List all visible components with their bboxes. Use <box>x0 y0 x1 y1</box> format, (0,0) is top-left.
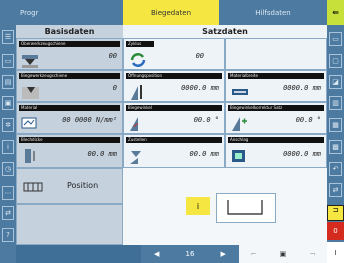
cycle-icon <box>130 53 146 67</box>
help-icon[interactable]: ? <box>2 228 14 242</box>
materialtyp-value: 00 0000 N/mm² <box>62 116 117 124</box>
swap-icon[interactable]: ⇄ <box>329 183 342 197</box>
punch-icon <box>22 55 38 68</box>
oberwerkzeug-label: Oberwerkzeugschiene <box>19 41 120 47</box>
undo-icon[interactable]: ↶ <box>329 162 342 176</box>
page-navigator: ◀ 16 ▶ <box>141 245 239 263</box>
tab-hilfsdaten-label: Hilfsdaten <box>255 8 291 17</box>
page-number: 16 <box>185 250 195 258</box>
doc-icon[interactable]: ▭ <box>2 54 14 68</box>
layers-icon[interactable]: ▤ <box>2 75 14 89</box>
bend-preview[interactable] <box>216 193 276 223</box>
empty-basis-cell <box>16 204 123 245</box>
anschlag-label: Anschlag <box>228 137 324 143</box>
info-icon[interactable]: i <box>2 140 14 154</box>
position-icon <box>23 182 43 192</box>
prog-icon[interactable]: ⊐ <box>327 205 344 221</box>
exit-icon[interactable]: ⇚ <box>327 0 344 25</box>
start-label: I <box>334 248 337 257</box>
page-icon[interactable]: ▭ <box>329 32 342 46</box>
blechdicke-value: 00.0 mm <box>87 150 117 158</box>
biegewinkel-cell[interactable]: Biegewinkel 00.0 ° <box>123 102 225 134</box>
oeffnung-cell[interactable]: Öffnungsposition 0000.0 mm <box>123 70 225 102</box>
right-toolbar: ⇚ ▭ ▢ ◪ ▥ ▦ ▩ ↶ ⇄ ⊐ 0 I <box>327 0 344 263</box>
width-icon <box>232 89 248 95</box>
zyklus-cell[interactable]: Zyklus 00 <box>123 38 225 70</box>
blechdicke-label: Blechdicke <box>19 137 120 143</box>
folder-icon[interactable]: ▥ <box>329 96 342 110</box>
unterwerkzeug-cell[interactable]: Biegewerkzeugschiene 0 <box>16 70 123 102</box>
left-toolbar: ☰ ▭ ▤ ▣ ✲ i ◷ ⋯ ⇄ ? <box>0 0 16 263</box>
material-label: Materialbreite <box>228 73 324 79</box>
stop-button[interactable]: 0 <box>327 222 344 240</box>
tab-hilfsdaten[interactable]: Hilfsdaten <box>219 0 327 25</box>
grid-icon[interactable]: ⋯ <box>2 186 14 200</box>
oberwerkzeug-cell[interactable]: Oberwerkzeugschiene 00 <box>16 38 123 70</box>
graphic-area: i <box>123 168 327 245</box>
clock-icon[interactable]: ◷ <box>2 162 14 176</box>
oeffnung-value: 0000.0 mm <box>181 84 219 92</box>
copy-icon[interactable]: ▦ <box>329 118 342 132</box>
display-icon[interactable]: ▣ <box>2 96 14 110</box>
winkelkorrektur-cell[interactable]: Biegewinkelkorrektur Satz 00.0 ° <box>225 102 327 134</box>
material-icon <box>21 117 37 129</box>
position-cell[interactable]: Position <box>16 168 123 204</box>
thickness-icon <box>25 149 35 163</box>
tab-biegedaten[interactable]: Biegedaten <box>123 0 219 25</box>
bottom-bar: ◀ 16 ▶ ⌐ ▣ ¬ <box>16 245 327 263</box>
save-icon[interactable]: ▩ <box>329 140 342 154</box>
blechdicke-cell[interactable]: Blechdicke 00.0 mm <box>16 134 123 168</box>
basisdaten-header: Basisdaten <box>16 25 123 38</box>
unterwerkzeug-label: Biegewerkzeugschiene <box>19 73 120 79</box>
tab-progr-label: Progr <box>20 8 39 17</box>
zustellung-label: Zustellen <box>126 137 222 143</box>
oberwerkzeug-value: 00 <box>108 52 117 60</box>
tool-icon[interactable]: ▣ <box>280 250 287 258</box>
bend-icon[interactable]: ◪ <box>329 75 342 89</box>
backgauge-icon <box>232 150 245 162</box>
position-label: Position <box>67 181 99 190</box>
materialtyp-cell[interactable]: Material 00 0000 N/mm² <box>16 102 123 134</box>
zustellung-value: 00.0 mm <box>189 150 219 158</box>
opening-icon <box>131 85 142 100</box>
satzdaten-header: Satzdaten <box>123 25 327 38</box>
material-value: 0000.0 mm <box>283 84 321 92</box>
material-cell[interactable]: Materialbreite 0000.0 mm <box>225 70 327 102</box>
biegewinkel-label: Biegewinkel <box>126 105 222 111</box>
info-button-label: i <box>196 201 200 211</box>
list-icon[interactable]: ☰ <box>2 30 14 44</box>
die-icon <box>22 87 39 99</box>
main-panel: Basisdaten Satzdaten Oberwerkzeugschiene… <box>16 25 327 245</box>
empty-cell-1 <box>225 38 327 70</box>
transfer-icon[interactable]: ⇄ <box>2 206 14 220</box>
unterwerkzeug-value: 0 <box>112 84 117 92</box>
biegewinkel-value: 00.0 ° <box>193 116 219 124</box>
tab-bar: Progr Biegedaten Hilfsdaten <box>16 0 327 25</box>
zyklus-value: 00 <box>195 52 204 60</box>
anschlag-cell[interactable]: Anschlag 0000.0 mm <box>225 134 327 168</box>
bend-profile-icon <box>227 200 263 215</box>
anschlag-value: 0000.0 mm <box>283 150 321 158</box>
start-button[interactable]: I <box>327 242 344 263</box>
zyklus-label: Zyklus <box>126 41 154 47</box>
oeffnung-label: Öffnungsposition <box>126 73 222 79</box>
gear-icon[interactable]: ✲ <box>2 118 14 132</box>
prev-page-icon[interactable]: ◀ <box>154 250 159 258</box>
info-button[interactable]: i <box>186 197 210 215</box>
angle-correction-icon <box>232 117 247 131</box>
zustellung-cell[interactable]: Zustellen 00.0 mm <box>123 134 225 168</box>
infeed-icon <box>130 151 141 164</box>
winkelkorrektur-value: 00.0 ° <box>295 116 321 124</box>
stop-label: 0 <box>333 227 338 235</box>
left-bracket-icon[interactable]: ⌐ <box>251 250 257 258</box>
angle-icon <box>130 117 139 131</box>
frame-icon[interactable]: ▢ <box>329 54 342 68</box>
next-page-icon[interactable]: ▶ <box>221 250 226 258</box>
winkelkorrektur-label: Biegewinkelkorrektur Satz <box>228 105 324 111</box>
tab-progr[interactable]: Progr <box>16 0 123 25</box>
materialtyp-label: Material <box>19 105 120 111</box>
tab-biegedaten-label: Biegedaten <box>150 8 192 17</box>
right-bracket-icon[interactable]: ¬ <box>310 250 316 258</box>
bottom-right-controls: ⌐ ▣ ¬ <box>239 245 327 263</box>
